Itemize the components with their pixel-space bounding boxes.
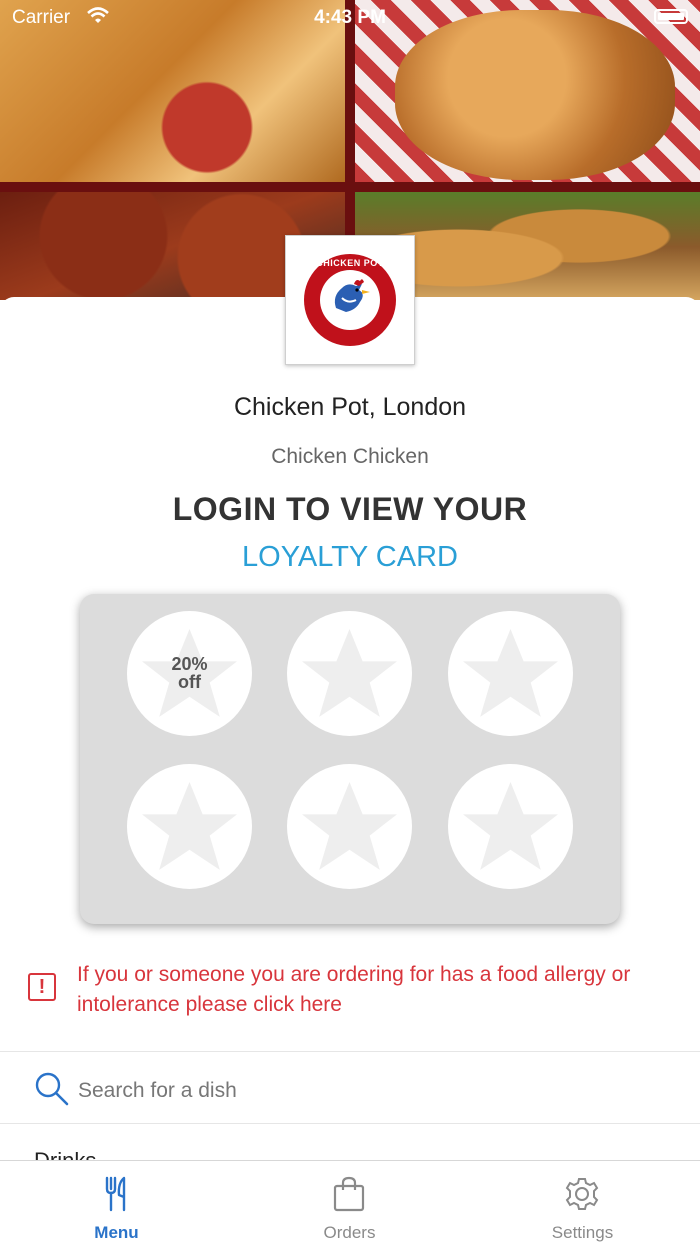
divider [0,1051,700,1052]
star-icon [142,782,237,870]
tab-bar: Menu Orders Settings [0,1160,700,1245]
search-icon[interactable] [34,1071,70,1107]
star-icon [463,629,558,717]
tab-settings[interactable]: Settings [466,1161,699,1245]
tab-menu[interactable]: Menu [0,1161,233,1245]
gear-icon [565,1178,599,1210]
loyalty-stamp [127,764,252,889]
allergy-notice-link[interactable]: If you or someone you are ordering for h… [77,960,687,1020]
stamp-reward-label: 20% off [171,654,208,692]
tab-orders[interactable]: Orders [233,1161,466,1245]
loyalty-stamp [448,764,573,889]
loyalty-stamp [448,611,573,736]
star-icon [302,782,397,870]
loyalty-stamp [287,611,412,736]
tab-label: Menu [94,1223,139,1242]
logo-badge: CHICKEN POT [304,254,396,346]
divider [0,1123,700,1124]
battery-icon [654,9,688,24]
status-bar: Carrier 4:43 PM [0,0,700,36]
shopping-bag-icon [333,1176,365,1212]
loyalty-card[interactable]: 20% off [80,594,620,924]
tab-label: Settings [551,1223,614,1242]
restaurant-subtitle: Chicken Chicken [271,445,429,468]
clock: 4:43 PM [314,7,386,28]
fork-knife-icon [105,1176,126,1212]
loyalty-login-title: LOGIN TO VIEW YOUR [172,491,528,527]
restaurant-name: Chicken Pot, London [233,393,467,421]
loyalty-stamp [287,764,412,889]
alert-icon[interactable]: ! [28,973,56,1001]
star-icon [302,629,397,717]
search-input[interactable] [78,1074,668,1108]
loyalty-stamp: 20% off [127,611,252,736]
loyalty-card-link[interactable]: LOYALTY CARD [0,541,700,574]
logo-text: CHICKEN POT [316,258,384,268]
rooster-icon [334,279,370,312]
star-icon [463,782,558,870]
tab-label: Orders [323,1223,376,1242]
restaurant-logo: CHICKEN POT [285,235,415,365]
